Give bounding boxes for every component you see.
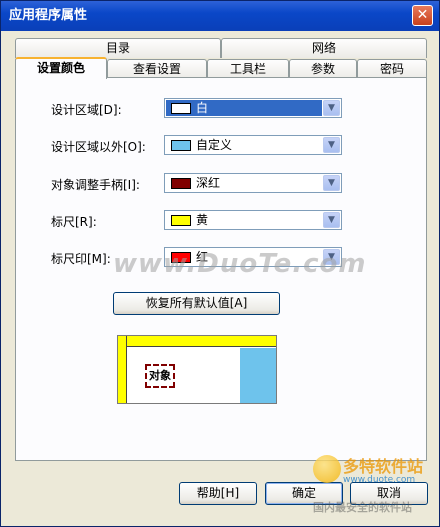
- help-button[interactable]: 帮助[H]: [179, 482, 257, 505]
- title-bar: 应用程序属性 ✕: [1, 1, 439, 31]
- color-row-label: 对象调整手柄[I]:: [51, 178, 140, 192]
- outside-area: [240, 348, 276, 403]
- tab-label: 参数: [310, 62, 335, 76]
- color-dropdown[interactable]: 红 ▼: [164, 247, 342, 267]
- cancel-button[interactable]: 取消: [350, 482, 428, 505]
- tab-view-settings[interactable]: 查看设置: [107, 59, 207, 79]
- color-dropdown[interactable]: 黄 ▼: [164, 210, 342, 230]
- tab-directory[interactable]: 目录: [15, 38, 221, 58]
- ruler-left: [118, 336, 127, 403]
- close-button[interactable]: ✕: [412, 5, 433, 26]
- preview-object-label: 对象: [149, 369, 171, 382]
- tab-network[interactable]: 网络: [221, 38, 427, 58]
- close-icon: ✕: [416, 7, 429, 23]
- color-row-label: 标尺[R]:: [51, 215, 97, 229]
- color-dropdown[interactable]: 深红 ▼: [164, 173, 342, 193]
- tab-label: 设置颜色: [36, 61, 85, 75]
- app-properties-dialog: 应用程序属性 ✕ 目录 网络 设置颜色 查看设置 工具栏 参数 密码 设计区域[…: [0, 0, 440, 527]
- tab-password[interactable]: 密码: [357, 59, 427, 79]
- dropdown-value-text: 深红: [196, 176, 221, 190]
- preview-object: 对象: [145, 364, 175, 388]
- tab-parameters[interactable]: 参数: [289, 59, 357, 79]
- color-row-label: 设计区域[D]:: [51, 103, 122, 117]
- color-row-label: 标尺印[M]:: [51, 252, 111, 266]
- chevron-down-icon[interactable]: ▼: [323, 137, 340, 153]
- tab-label: 工具栏: [229, 62, 266, 76]
- tab-label: 查看设置: [132, 62, 181, 76]
- color-swatch: [171, 252, 191, 263]
- tab-label: 目录: [105, 41, 130, 55]
- tab-label: 网络: [311, 41, 336, 55]
- dropdown-value-text: 白: [196, 101, 209, 115]
- dropdown-value-text: 黄: [196, 213, 209, 227]
- dropdown-value: 深红: [166, 175, 322, 191]
- tab-label: 密码: [379, 62, 404, 76]
- color-dropdown[interactable]: 白 ▼: [164, 98, 342, 118]
- dropdown-value-text: 红: [196, 250, 209, 264]
- dropdown-value: 红: [166, 249, 322, 265]
- dropdown-value-text: 自定义: [196, 138, 233, 152]
- tab-color-settings[interactable]: 设置颜色: [15, 57, 107, 79]
- chevron-down-icon[interactable]: ▼: [323, 212, 340, 228]
- color-row-label: 设计区域以外[O]:: [51, 140, 146, 154]
- dropdown-value: 自定义: [166, 137, 322, 153]
- tab-toolbar[interactable]: 工具栏: [207, 59, 289, 79]
- dropdown-value: 黄: [166, 212, 322, 228]
- color-preview: 对象: [117, 335, 277, 404]
- ruler-top: [118, 336, 276, 347]
- color-swatch: [171, 103, 191, 114]
- restore-defaults-button[interactable]: 恢复所有默认值[A]: [113, 292, 280, 315]
- chevron-down-icon[interactable]: ▼: [323, 249, 340, 265]
- color-swatch: [171, 215, 191, 226]
- chevron-down-icon[interactable]: ▼: [323, 100, 340, 116]
- color-dropdown[interactable]: 自定义 ▼: [164, 135, 342, 155]
- ok-button[interactable]: 确定: [265, 482, 343, 505]
- dropdown-value: 白: [166, 100, 322, 116]
- color-swatch: [171, 140, 191, 151]
- color-swatch: [171, 178, 191, 189]
- window-title: 应用程序属性: [9, 8, 88, 23]
- chevron-down-icon[interactable]: ▼: [323, 175, 340, 191]
